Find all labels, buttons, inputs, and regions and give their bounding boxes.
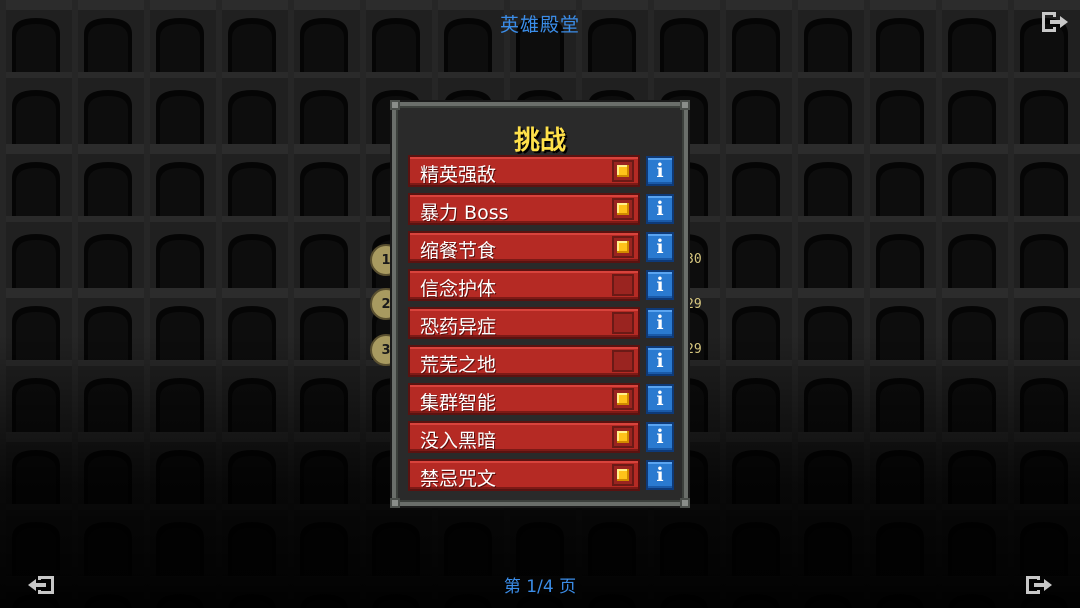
- challenge-checkbox[interactable]: [612, 198, 634, 220]
- challenge-info-button[interactable]: i: [646, 232, 674, 262]
- challenge-row[interactable]: 没入黑暗: [408, 421, 640, 453]
- challenge-info-button[interactable]: i: [646, 460, 674, 490]
- challenge-checkbox[interactable]: [612, 464, 634, 486]
- exit-icon[interactable]: [1024, 574, 1054, 596]
- challenge-checkbox[interactable]: [612, 312, 634, 334]
- challenge-checkbox[interactable]: [612, 350, 634, 372]
- challenge-row[interactable]: 荒芜之地: [408, 345, 640, 377]
- challenge-info-button[interactable]: i: [646, 270, 674, 300]
- challenge-info-button[interactable]: i: [646, 156, 674, 186]
- window-corner: [390, 100, 400, 110]
- challenge-info-button[interactable]: i: [646, 384, 674, 414]
- challenge-checkbox[interactable]: [612, 388, 634, 410]
- challenge-label: 缩餐节食: [420, 240, 497, 262]
- rank-score: 29: [686, 342, 702, 357]
- challenge-info-button[interactable]: i: [646, 422, 674, 452]
- challenge-info-button[interactable]: i: [646, 308, 674, 338]
- page-indicator: 第 1/4 页: [503, 577, 577, 597]
- challenge-row[interactable]: 集群智能: [408, 383, 640, 415]
- challenge-row[interactable]: 信念护体: [408, 269, 640, 301]
- challenge-label: 信念护体: [420, 278, 497, 300]
- challenge-info-button[interactable]: i: [646, 194, 674, 224]
- exit-icon[interactable]: [1040, 10, 1070, 34]
- challenge-info-button[interactable]: i: [646, 346, 674, 376]
- challenge-checkbox[interactable]: [612, 236, 634, 258]
- challenge-checkbox[interactable]: [612, 426, 634, 448]
- challenges-title: 挑战: [513, 126, 566, 156]
- challenge-label: 没入黑暗: [420, 430, 497, 452]
- challenge-row[interactable]: 恐药异症: [408, 307, 640, 339]
- challenge-checkbox[interactable]: [612, 274, 634, 296]
- page-title: 英雄殿堂: [499, 14, 580, 36]
- challenges-window: 挑战 精英强敌 i 暴力 Boss i 缩餐节食 i 信念护体 i 恐药异症 i…: [390, 100, 690, 508]
- window-corner: [680, 100, 690, 110]
- challenge-row[interactable]: 精英强敌: [408, 155, 640, 187]
- challenge-row[interactable]: 缩餐节食: [408, 231, 640, 263]
- challenge-label: 恐药异症: [420, 316, 497, 338]
- challenge-row[interactable]: 禁忌咒文: [408, 459, 640, 491]
- challenge-row[interactable]: 暴力 Boss: [408, 193, 640, 225]
- rank-score: 29: [686, 297, 702, 312]
- challenge-label: 暴力 Boss: [420, 202, 509, 224]
- rank-score: 30: [686, 252, 702, 267]
- challenge-checkbox[interactable]: [612, 160, 634, 182]
- challenge-label: 精英强敌: [420, 164, 497, 186]
- challenge-label: 荒芜之地: [420, 354, 497, 376]
- challenge-label: 集群智能: [420, 392, 497, 414]
- window-corner: [390, 498, 400, 508]
- challenge-label: 禁忌咒文: [420, 468, 497, 490]
- window-corner: [680, 498, 690, 508]
